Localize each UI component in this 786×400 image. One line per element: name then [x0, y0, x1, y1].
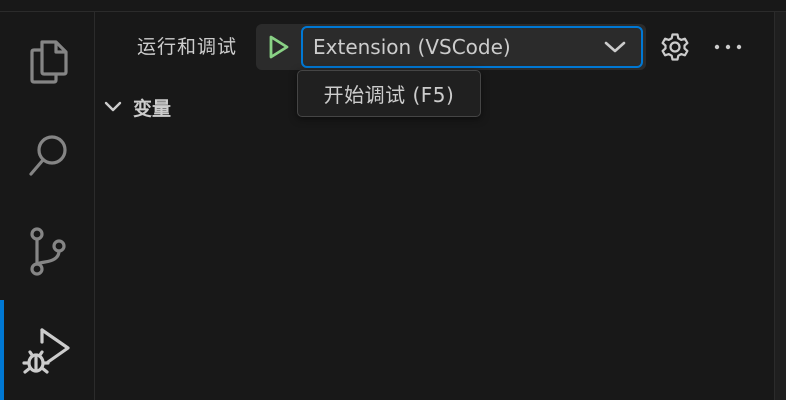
- editor-edge: [775, 12, 786, 400]
- tooltip-text: 开始调试 (F5): [323, 83, 455, 107]
- activity-source-control[interactable]: [0, 204, 95, 300]
- launch-config-value: Extension (VSCode): [313, 35, 511, 59]
- vscode-window: 运行和调试 Extension (VSCode) 变量 开始调试 (F5): [0, 0, 786, 400]
- activity-explorer[interactable]: [0, 12, 95, 108]
- debug-config-group: Extension (VSCode): [256, 24, 646, 70]
- title-strip: [0, 0, 786, 12]
- variables-section-title: 变量: [133, 97, 172, 120]
- source-control-icon: [29, 227, 66, 276]
- play-icon: [269, 35, 289, 59]
- run-debug-icon: [21, 328, 70, 374]
- activity-search[interactable]: [0, 108, 95, 204]
- open-launch-json-button[interactable]: [658, 30, 692, 64]
- gear-icon: [661, 33, 689, 61]
- launch-config-select[interactable]: Extension (VSCode): [301, 26, 643, 68]
- start-debug-button[interactable]: [260, 29, 296, 65]
- files-icon: [29, 40, 68, 84]
- ellipsis-icon: [714, 44, 742, 50]
- start-debug-tooltip: 开始调试 (F5): [297, 70, 481, 117]
- more-actions-button[interactable]: [710, 30, 746, 64]
- chevron-down-icon: [104, 101, 122, 112]
- search-icon: [28, 135, 67, 176]
- activity-run-debug[interactable]: [0, 300, 95, 396]
- chevron-down-icon: [604, 41, 626, 53]
- variables-section-header[interactable]: 变量: [103, 92, 171, 122]
- view-title: 运行和调试: [137, 36, 238, 58]
- activity-bar: [0, 12, 95, 400]
